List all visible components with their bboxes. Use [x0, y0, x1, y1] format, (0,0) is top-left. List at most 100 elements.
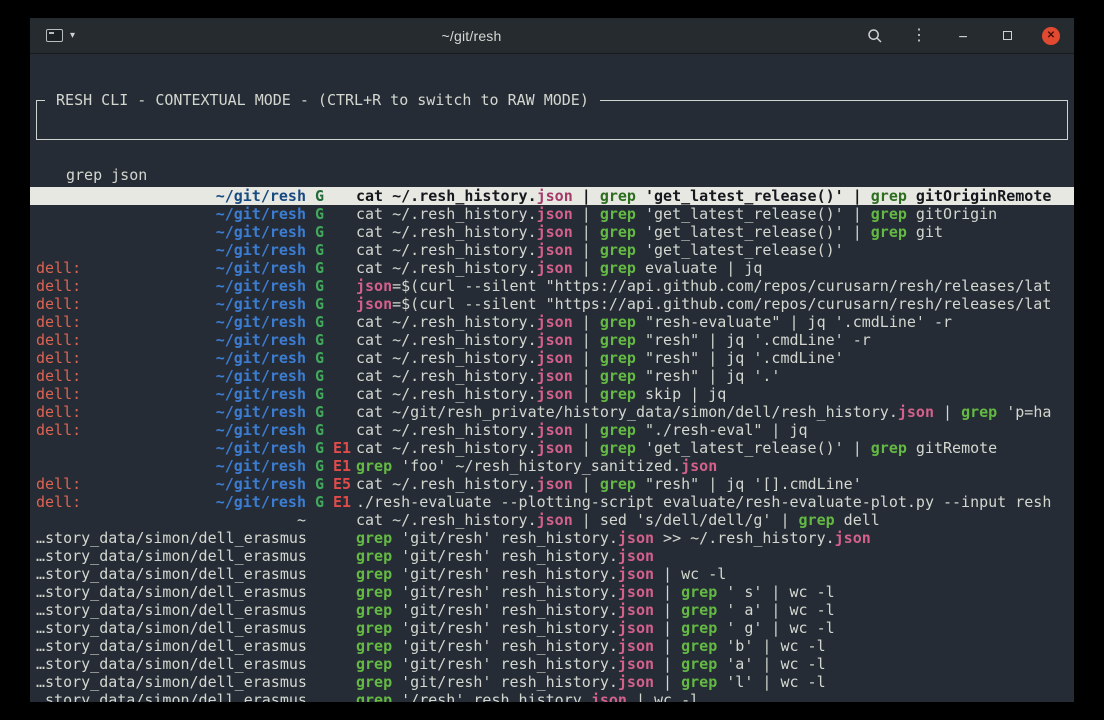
directory-label: …story_data/simon/dell_erasmus [36, 637, 306, 655]
history-row[interactable]: …story_data/simon/dell_erasmus grep '/res… [30, 691, 1074, 702]
flag-g: G [315, 277, 324, 295]
history-row[interactable]: ~/git/reshGcat ~/.resh_history.json | gr… [30, 241, 1074, 259]
flag-g: G [315, 421, 324, 439]
flags: GE5 [306, 475, 356, 493]
directory-label: …story_data/simon/dell_erasmus [36, 565, 306, 583]
command-text: cat ~/.resh_history.json | grep evaluate… [356, 259, 1074, 277]
host-label: dell: [36, 313, 81, 331]
directory-label: ~/git/resh [216, 367, 306, 385]
history-row[interactable]: …story_data/simon/dell_erasmusgrep 'git/… [30, 637, 1074, 655]
directory-label: ~/git/resh [216, 385, 306, 403]
command-text: cat ~/.resh_history.json | grep "./resh-… [356, 421, 1074, 439]
history-row[interactable]: ~/git/reshGcat ~/.resh_history.json | gr… [30, 223, 1074, 241]
flag-g: G [315, 295, 324, 313]
window-title: ~/git/resh [77, 28, 866, 44]
flags [306, 619, 356, 637]
flag-e1: E1 [333, 439, 351, 457]
history-list: ~/git/reshGcat ~/.resh_history.json | gr… [30, 187, 1074, 702]
minimize-icon: − [958, 30, 967, 46]
host-label: dell: [36, 259, 81, 277]
history-row[interactable]: dell:~/git/reshGcat ~/.resh_history.json… [30, 367, 1074, 385]
directory-label: ~/git/resh [216, 313, 306, 331]
search-icon [867, 28, 883, 44]
chevron-down-icon: ▾ [70, 30, 75, 41]
flags: G [306, 295, 356, 313]
directory-label: ~/git/resh [216, 493, 306, 511]
host-label: dell: [36, 385, 81, 403]
command-text: cat ~/git/resh_private/history_data/simo… [356, 403, 1074, 421]
history-row[interactable]: dell:~/git/reshGcat ~/.resh_history.json… [30, 331, 1074, 349]
host-label: dell: [36, 421, 81, 439]
directory-label: …story_data/simon/dell_erasmus [36, 691, 306, 702]
history-row[interactable]: …story_data/simon/dell_erasmusgrep 'git/… [30, 565, 1074, 583]
directory-label: ~/git/resh [216, 349, 306, 367]
history-row[interactable]: dell:~/git/reshGcat ~/.resh_history.json… [30, 313, 1074, 331]
history-row[interactable]: …story_data/simon/dell_erasmusgrep 'git/… [30, 655, 1074, 673]
close-button[interactable]: ✕ [1042, 27, 1060, 45]
flags: G [306, 385, 356, 403]
history-row[interactable]: ~/git/reshGE1cat ~/.resh_history.json | … [30, 439, 1074, 457]
flag-g: G [315, 367, 324, 385]
flags: G [306, 331, 356, 349]
restore-icon [1003, 31, 1012, 40]
directory-label: ~/git/resh [216, 295, 306, 313]
history-row[interactable]: …story_data/simon/dell_erasmusgrep 'git/… [30, 547, 1074, 565]
command-text: grep 'git/resh' resh_history.json | grep… [356, 619, 1074, 637]
command-text: grep 'git/resh' resh_history.json | grep… [356, 673, 1074, 691]
history-row[interactable]: dell:~/git/reshGcat ~/.resh_history.json… [30, 385, 1074, 403]
host-label: dell: [36, 367, 81, 385]
flags [306, 601, 356, 619]
history-row[interactable]: dell:~/git/reshGcat ~/.resh_history.json… [30, 349, 1074, 367]
flags [306, 655, 356, 673]
flag-g: G [315, 259, 324, 277]
command-text: grep '/resh' resh_history.json | wc -l [356, 691, 1074, 702]
flags [306, 511, 356, 529]
history-row[interactable]: …story_data/simon/dell_erasmusgrep 'git/… [30, 601, 1074, 619]
history-row[interactable]: dell:~/git/reshGcat ~/git/resh_private/h… [30, 403, 1074, 421]
flag-e1: E1 [333, 493, 351, 511]
flag-g: G [315, 385, 324, 403]
history-row[interactable]: dell:~/git/reshGcat ~/.resh_history.json… [30, 259, 1074, 277]
history-row[interactable]: ~/git/reshGE1grep 'foo' ~/resh_history_s… [30, 457, 1074, 475]
flag-g: G [315, 457, 324, 475]
directory-label: ~/git/resh [216, 421, 306, 439]
history-row[interactable]: dell:~/git/reshGE1./resh-evaluate --plot… [30, 493, 1074, 511]
flags: G E1 [306, 439, 356, 457]
history-row[interactable]: …story_data/simon/dell_erasmusgrep 'git/… [30, 619, 1074, 637]
host-label: dell: [36, 295, 81, 313]
restore-button[interactable] [998, 27, 1016, 45]
search-query-input[interactable]: grep json [37, 155, 1067, 184]
flag-g: G [315, 475, 324, 493]
history-row[interactable]: …story_data/simon/dell_erasmusgrep 'git/… [30, 673, 1074, 691]
search-button[interactable] [866, 27, 884, 45]
history-row[interactable]: ~cat ~/.resh_history.json | sed 's/dell/… [30, 511, 1074, 529]
history-row[interactable]: dell:~/git/reshGE5cat ~/.resh_history.js… [30, 475, 1074, 493]
history-row[interactable]: dell: ~/git/resh Gjson=$(curl --silent "ht… [30, 295, 1074, 313]
host-label: dell: [36, 403, 81, 421]
flags: G [306, 349, 356, 367]
flag-g: G [315, 439, 324, 457]
history-row[interactable]: dell:~/git/reshGjson=$(curl --silent "ht… [30, 277, 1074, 295]
flags: G [306, 241, 356, 259]
flags [306, 565, 356, 583]
terminal-content: RESH CLI - CONTEXTUAL MODE - (CTRL+R to … [30, 54, 1074, 702]
host-label: dell: [36, 277, 81, 295]
command-text: grep 'git/resh' resh_history.json [356, 547, 1074, 565]
directory-label: ~/git/resh [216, 475, 306, 493]
host-label: dell: [36, 493, 81, 511]
directory-label: ~/git/resh [216, 331, 306, 349]
directory-label: …story_data/simon/dell_erasmus [36, 655, 306, 673]
command-text: json=$(curl --silent "https://api.github… [356, 295, 1074, 313]
menu-button[interactable]: ⋮ [910, 27, 928, 45]
minimize-button[interactable]: − [954, 27, 972, 45]
command-text: cat ~/.resh_history.json | grep "resh" |… [356, 475, 1074, 493]
flag-g: G [315, 223, 324, 241]
flags [306, 529, 356, 547]
history-row[interactable]: …story_data/simon/dell_erasmusgrep 'git/… [30, 529, 1074, 547]
flag-g: G [315, 493, 324, 511]
history-row[interactable]: …story_data/simon/dell_erasmusgrep 'git/… [30, 583, 1074, 601]
history-row[interactable]: dell: ~/git/resh Gcat ~/.resh_history.json… [30, 421, 1074, 439]
new-terminal-button[interactable]: ▾ [44, 27, 77, 44]
flag-g: G [315, 313, 324, 331]
flags: G [306, 223, 356, 241]
